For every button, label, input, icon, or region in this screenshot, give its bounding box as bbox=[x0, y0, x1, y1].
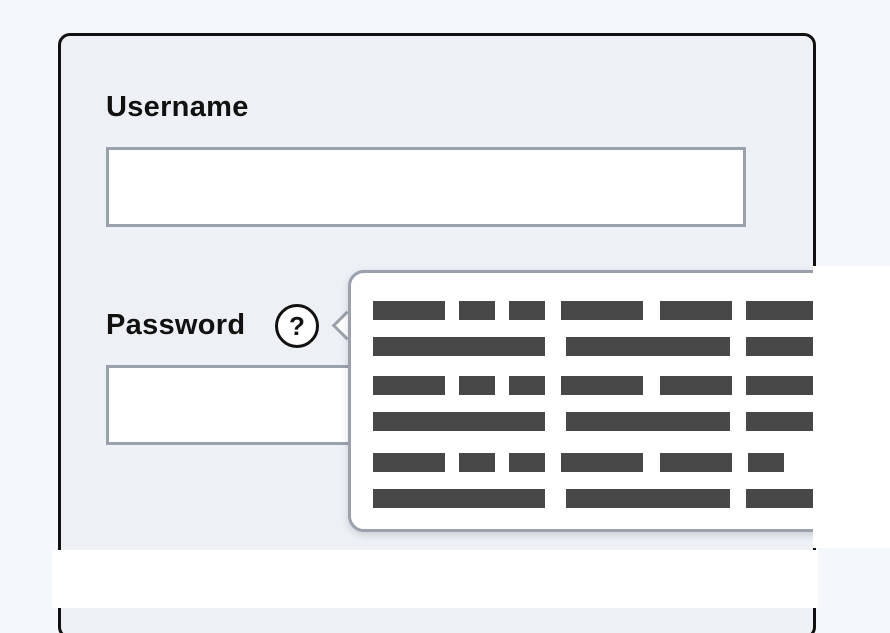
redacted-text-bar bbox=[459, 301, 495, 320]
redacted-text-bar bbox=[373, 376, 445, 395]
redacted-text-bar bbox=[459, 376, 495, 395]
redacted-text-bar bbox=[373, 489, 545, 508]
redacted-text-bar bbox=[561, 376, 643, 395]
username-label: Username bbox=[106, 91, 249, 123]
password-help-tooltip bbox=[348, 270, 868, 532]
redacted-text-bar bbox=[509, 301, 545, 320]
redacted-text-bar bbox=[509, 453, 545, 472]
redacted-text-bar bbox=[748, 453, 784, 472]
redacted-text-bar bbox=[373, 453, 445, 472]
crop-mask-bottom bbox=[52, 550, 818, 608]
login-form-screen: Username Password ? bbox=[0, 0, 890, 633]
redacted-text-bar bbox=[561, 301, 643, 320]
redacted-text-bar bbox=[566, 489, 730, 508]
redacted-text-bar bbox=[660, 301, 732, 320]
redacted-text-bar bbox=[459, 453, 495, 472]
crop-mask-right bbox=[813, 266, 890, 548]
redacted-text-bar bbox=[660, 376, 732, 395]
redacted-text-bar bbox=[566, 412, 730, 431]
password-label: Password bbox=[106, 309, 246, 341]
redacted-text-bar bbox=[373, 301, 445, 320]
redacted-text-bar bbox=[373, 412, 545, 431]
help-icon[interactable]: ? bbox=[275, 304, 319, 348]
username-field[interactable] bbox=[106, 147, 746, 227]
redacted-text-bar bbox=[373, 337, 545, 356]
redacted-text-bar bbox=[660, 453, 732, 472]
redacted-text-bar bbox=[566, 337, 730, 356]
redacted-text-bar bbox=[509, 376, 545, 395]
redacted-text-bar bbox=[561, 453, 643, 472]
